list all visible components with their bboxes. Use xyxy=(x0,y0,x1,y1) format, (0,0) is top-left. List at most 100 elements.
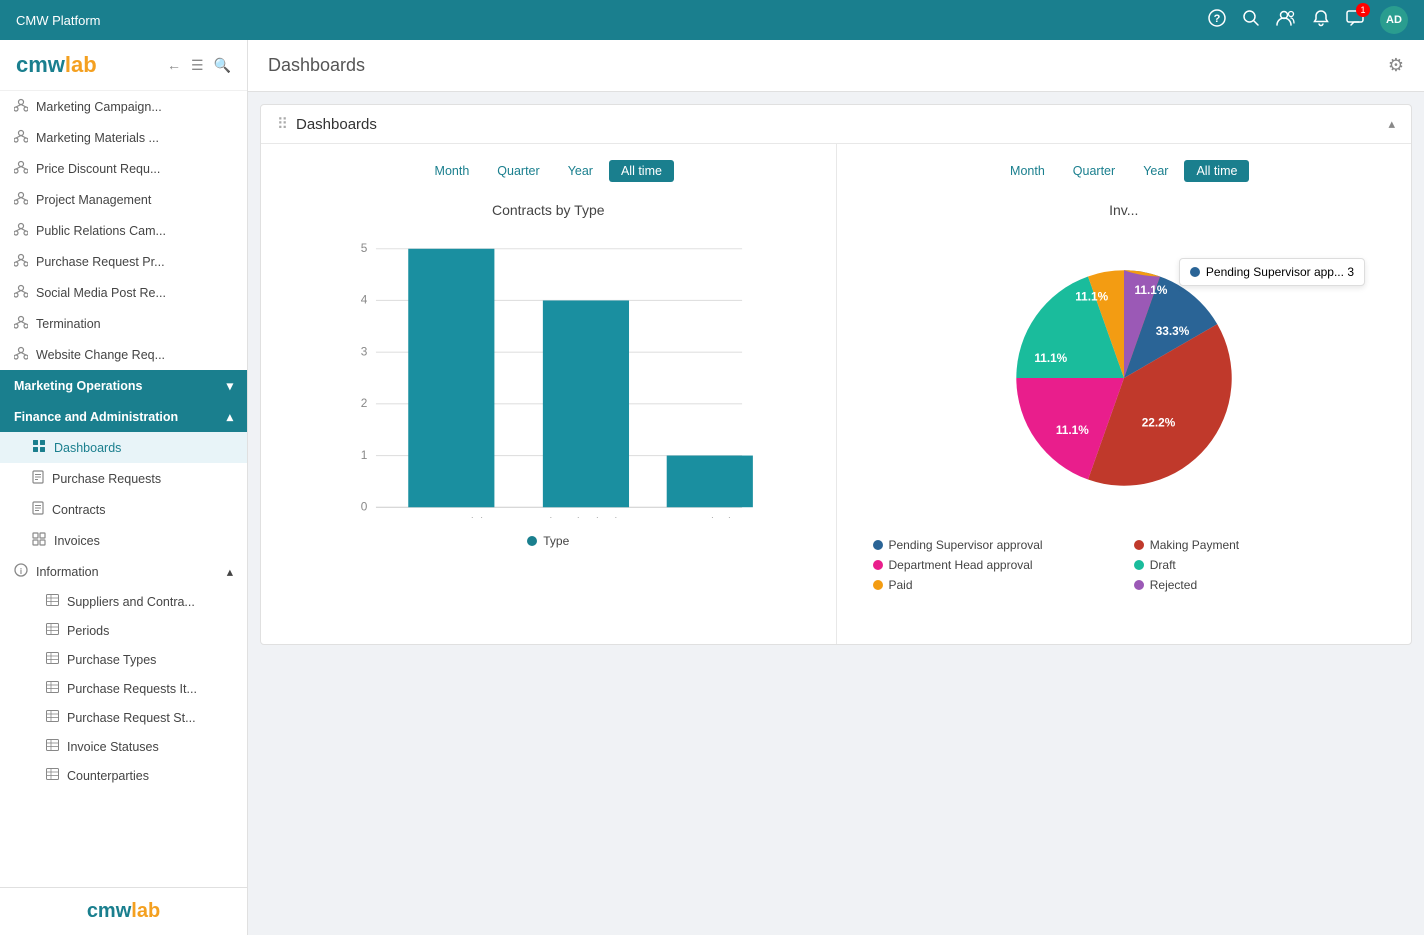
sidebar-group-information[interactable]: i Information ▴ xyxy=(0,556,247,587)
legend-item-draft: Draft xyxy=(1134,558,1375,572)
table-icon-3 xyxy=(46,652,59,667)
logo-cmw: cmw xyxy=(16,52,65,78)
sidebar-item-label: Purchase Requests It... xyxy=(67,682,233,696)
sidebar-item-project-management[interactable]: Project Management xyxy=(0,184,247,215)
notifications-icon[interactable] xyxy=(1312,9,1330,32)
dashboard-section-label: Dashboards xyxy=(296,116,377,133)
process-icon xyxy=(14,98,28,115)
sidebar-item-label: Counterparties xyxy=(67,769,233,783)
svg-text:33.3%: 33.3% xyxy=(1155,324,1189,338)
page-title: Dashboards xyxy=(268,55,365,76)
sidebar-item-contracts[interactable]: Contracts xyxy=(0,494,247,525)
legend-label-dept: Department Head approval xyxy=(889,558,1033,572)
quarter-btn-pie[interactable]: Quarter xyxy=(1061,160,1127,182)
month-btn[interactable]: Month xyxy=(423,160,482,182)
legend-item-pending: Pending Supervisor approval xyxy=(873,538,1114,552)
sidebar-item-website-change[interactable]: Website Change Req... xyxy=(0,339,247,370)
settings-icon[interactable]: ⚙ xyxy=(1388,55,1404,76)
pie-chart-area: Pending Supervisor app... 3 xyxy=(853,238,1396,592)
svg-text:0: 0 xyxy=(361,499,368,513)
month-btn-pie[interactable]: Month xyxy=(998,160,1057,182)
logo-lab: lab xyxy=(65,52,97,78)
sidebar-group-marketing[interactable]: Marketing Operations ▾ xyxy=(0,370,247,401)
sidebar-item-social-media[interactable]: Social Media Post Re... xyxy=(0,277,247,308)
table-icon-4 xyxy=(46,681,59,696)
quarter-btn[interactable]: Quarter xyxy=(485,160,551,182)
user-avatar[interactable]: AD xyxy=(1380,6,1408,34)
svg-text:Commercial: Commercial xyxy=(420,516,483,518)
sidebar-item-purchase-requests[interactable]: Purchase Requests xyxy=(0,463,247,494)
sidebar-item-invoice-statuses[interactable]: Invoice Statuses xyxy=(0,732,247,761)
chevron-down-icon: ▾ xyxy=(227,378,233,393)
sidebar-menu-icon[interactable]: ☰ xyxy=(191,57,204,74)
legend-label-payment: Making Payment xyxy=(1150,538,1239,552)
chat-icon[interactable]: 1 xyxy=(1346,9,1364,32)
year-btn[interactable]: Year xyxy=(556,160,605,182)
year-btn-pie[interactable]: Year xyxy=(1131,160,1180,182)
sidebar-item-purchase-requests-it[interactable]: Purchase Requests It... xyxy=(0,674,247,703)
chevron-up-icon-info: ▴ xyxy=(227,564,233,579)
charts-row: Month Quarter Year All time Contracts by… xyxy=(261,144,1411,644)
sidebar-group-information-label: Information xyxy=(36,565,99,579)
sidebar: cmw lab ← ☰ 🔍 Marketing Campaign... xyxy=(0,40,248,935)
legend-label-draft: Draft xyxy=(1150,558,1176,572)
sidebar-item-invoices[interactable]: Invoices xyxy=(0,525,247,556)
svg-text:5: 5 xyxy=(361,241,368,255)
dashboard-section: ⠿ Dashboards ▴ Month Quarter Year All ti… xyxy=(260,104,1412,645)
sidebar-group-finance[interactable]: Finance and Administration ▴ xyxy=(0,401,247,432)
footer-logo-lab: lab xyxy=(131,900,160,923)
footer-logo-cmw: cmw xyxy=(87,900,131,923)
svg-text:i: i xyxy=(20,567,22,576)
nav-actions: ? 1 AD xyxy=(1208,6,1408,34)
sidebar-item-label: Purchase Request Pr... xyxy=(36,255,233,269)
legend-item-rejected: Rejected xyxy=(1134,578,1375,592)
sidebar-item-label: Termination xyxy=(36,317,233,331)
sidebar-item-suppliers[interactable]: Suppliers and Contra... xyxy=(0,587,247,616)
tooltip-dot xyxy=(1190,267,1200,277)
sidebar-item-purchase-types[interactable]: Purchase Types xyxy=(0,645,247,674)
svg-text:11.1%: 11.1% xyxy=(1034,351,1067,365)
sidebar-item-label: Periods xyxy=(67,624,233,638)
process-icon-9 xyxy=(14,346,28,363)
pie-chart-title: Inv... xyxy=(853,202,1396,218)
sidebar-item-price-discount[interactable]: Price Discount Requ... xyxy=(0,153,247,184)
bar-chart-area: 5 4 3 2 1 0 xyxy=(277,238,820,518)
document-icon xyxy=(32,470,44,487)
help-icon[interactable]: ? xyxy=(1208,9,1226,32)
process-icon-6 xyxy=(14,253,28,270)
content-main: ⠿ Dashboards ▴ Month Quarter Year All ti… xyxy=(248,92,1424,935)
alltime-btn-pie[interactable]: All time xyxy=(1184,160,1249,182)
svg-text:Cost Sharing: Cost Sharing xyxy=(676,516,744,518)
process-icon-4 xyxy=(14,191,28,208)
process-icon-3 xyxy=(14,160,28,177)
sidebar-item-purchase-request-pr[interactable]: Purchase Request Pr... xyxy=(0,246,247,277)
sidebar-item-termination[interactable]: Termination xyxy=(0,308,247,339)
sidebar-header: cmw lab ← ☰ 🔍 xyxy=(0,40,247,91)
sidebar-item-marketing-campaign[interactable]: Marketing Campaign... xyxy=(0,91,247,122)
sidebar-footer: cmw lab xyxy=(0,887,247,935)
legend-item-paid: Paid xyxy=(873,578,1114,592)
info-circle-icon: i xyxy=(14,563,28,580)
sidebar-back-icon[interactable]: ← xyxy=(167,57,181,74)
sidebar-item-label: Marketing Campaign... xyxy=(36,100,233,114)
sidebar-item-pr-cam[interactable]: Public Relations Cam... xyxy=(0,215,247,246)
drag-handle-icon[interactable]: ⠿ xyxy=(277,115,288,133)
svg-text:11.1%: 11.1% xyxy=(1056,423,1089,437)
legend-dot-dept xyxy=(873,560,883,570)
sidebar-search-icon[interactable]: 🔍 xyxy=(214,57,231,74)
sidebar-item-contracts-label: Contracts xyxy=(52,503,233,517)
users-icon[interactable] xyxy=(1276,9,1296,32)
sidebar-item-counterparties[interactable]: Counterparties xyxy=(0,761,247,790)
process-icon-7 xyxy=(14,284,28,301)
collapse-icon[interactable]: ▴ xyxy=(1388,116,1395,132)
search-icon[interactable] xyxy=(1242,9,1260,32)
sidebar-item-dashboards[interactable]: Dashboards xyxy=(0,432,247,463)
time-filter-bar: Month Quarter Year All time xyxy=(277,160,820,182)
sidebar-item-periods[interactable]: Periods xyxy=(0,616,247,645)
sidebar-controls: ← ☰ 🔍 xyxy=(167,57,231,74)
sidebar-item-purchase-request-st[interactable]: Purchase Request St... xyxy=(0,703,247,732)
legend-dot-payment xyxy=(1134,540,1144,550)
alltime-btn[interactable]: All time xyxy=(609,160,674,182)
sidebar-item-marketing-materials[interactable]: Marketing Materials ... xyxy=(0,122,247,153)
app-title: CMW Platform xyxy=(16,13,101,28)
